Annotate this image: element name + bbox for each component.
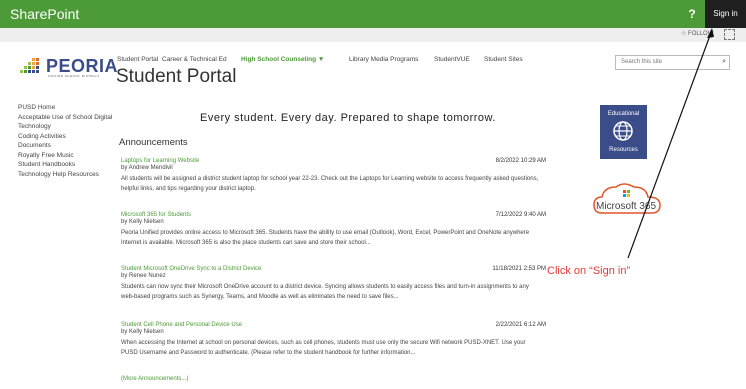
annotation-arrow-icon [627, 28, 714, 259]
